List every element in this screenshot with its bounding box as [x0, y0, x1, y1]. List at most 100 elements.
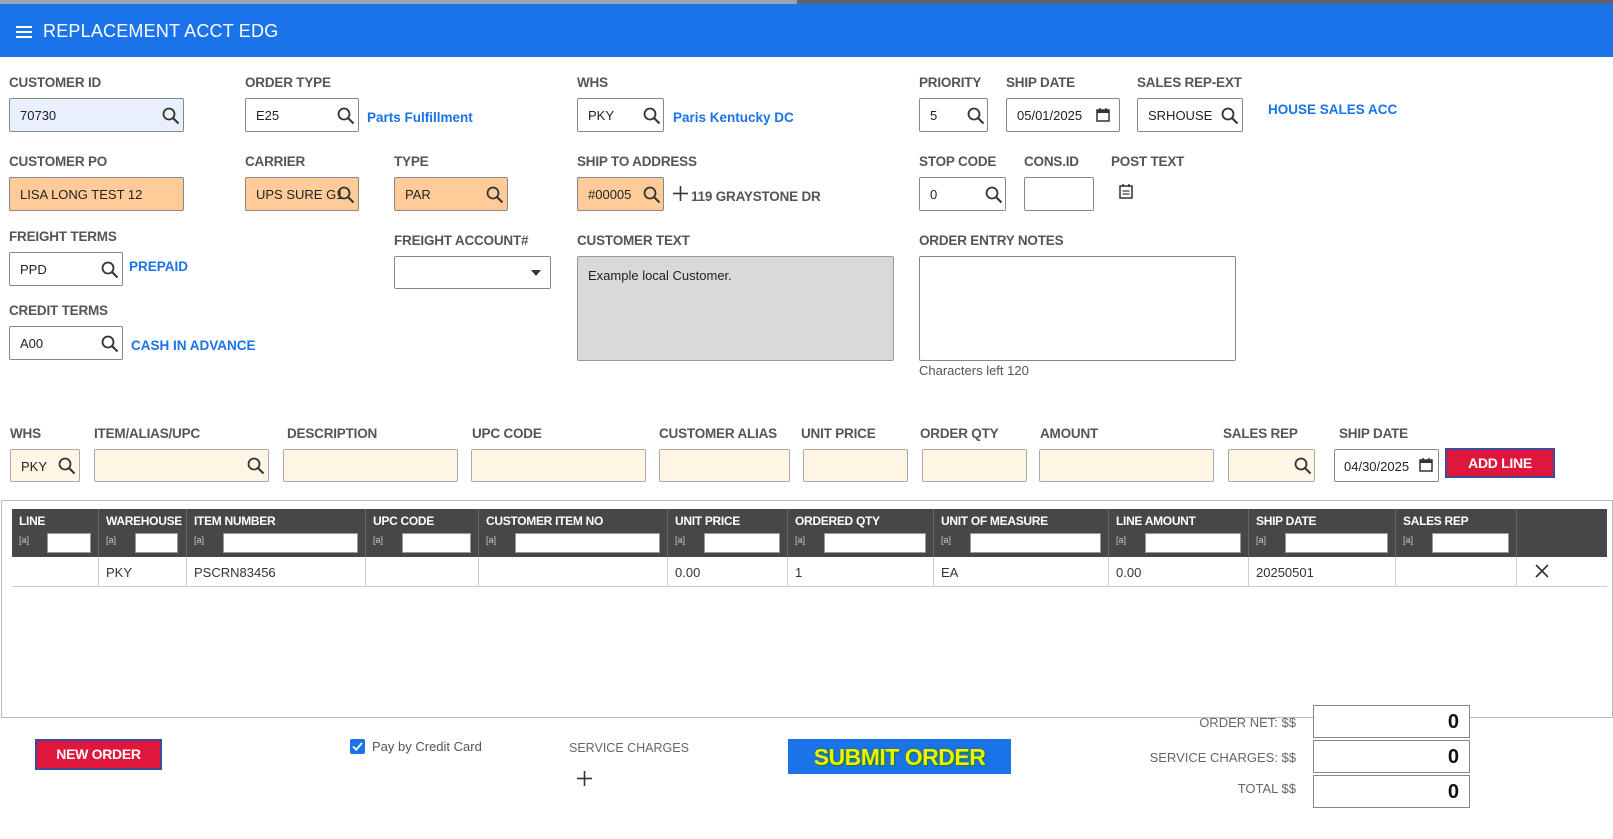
- notes-icon[interactable]: [1119, 184, 1133, 199]
- column-filter-input[interactable]: [704, 533, 780, 553]
- filter-icon[interactable]: [a]: [486, 535, 496, 545]
- col-sales-rep[interactable]: SALES REP [a]: [1396, 509, 1517, 557]
- line-amount-field[interactable]: [1039, 449, 1214, 482]
- column-filter-input[interactable]: [1285, 533, 1388, 553]
- column-filter-input[interactable]: [223, 533, 358, 553]
- col-line-amount[interactable]: LINE AMOUNT [a]: [1109, 509, 1249, 557]
- filter-icon[interactable]: [a]: [373, 535, 383, 545]
- filter-icon[interactable]: [a]: [19, 535, 29, 545]
- column-filter-input[interactable]: [970, 533, 1101, 553]
- ship-to-address-text: 119 GRAYSTONE DR: [691, 189, 821, 204]
- sales-rep-ext-label: SALES REP-EXT: [1137, 75, 1242, 90]
- search-icon[interactable]: [486, 186, 504, 204]
- column-filter-input[interactable]: [515, 533, 660, 553]
- priority-field[interactable]: 5: [919, 98, 988, 132]
- add-line-button[interactable]: ADD LINE: [1445, 448, 1555, 478]
- search-icon[interactable]: [643, 186, 661, 204]
- customer-id-value: 70730: [20, 108, 57, 123]
- add-address-icon[interactable]: [673, 186, 688, 201]
- search-icon[interactable]: [337, 107, 355, 125]
- search-icon[interactable]: [162, 107, 180, 125]
- line-whs-field[interactable]: PKY: [10, 449, 80, 482]
- ship-to-field[interactable]: #00005: [577, 177, 664, 211]
- ship-date-field[interactable]: 05/01/2025: [1006, 98, 1120, 132]
- col-header-label: ITEM NUMBER: [194, 514, 276, 528]
- sales-rep-ext-field[interactable]: SRHOUSE: [1137, 98, 1243, 132]
- line-order-qty-field[interactable]: [922, 449, 1027, 482]
- column-filter-input[interactable]: [824, 533, 926, 553]
- filter-icon[interactable]: [a]: [1403, 535, 1413, 545]
- column-filter-input[interactable]: [1432, 533, 1509, 553]
- freight-terms-value: PPD: [20, 262, 47, 277]
- line-item-field[interactable]: [94, 449, 269, 482]
- col-customer-item-no[interactable]: CUSTOMER ITEM NO [a]: [479, 509, 668, 557]
- delete-row-icon[interactable]: [1535, 564, 1549, 578]
- app-bar: REPLACEMENT ACCT EDG: [0, 4, 1613, 57]
- search-icon[interactable]: [337, 186, 355, 204]
- col-ordered-qty[interactable]: ORDERED QTY [a]: [788, 509, 934, 557]
- credit-terms-field[interactable]: A00: [9, 326, 123, 360]
- filter-icon[interactable]: [a]: [795, 535, 805, 545]
- line-ship-date-field[interactable]: 04/30/2025: [1334, 449, 1439, 482]
- search-icon[interactable]: [1294, 457, 1312, 475]
- cons-id-field[interactable]: [1024, 177, 1094, 211]
- column-filter-input[interactable]: [135, 533, 178, 553]
- col-unit-of-measure[interactable]: UNIT OF MEASURE [a]: [934, 509, 1109, 557]
- col-ship-date[interactable]: SHIP DATE [a]: [1249, 509, 1396, 557]
- whs-field[interactable]: PKY: [577, 98, 664, 132]
- type-field[interactable]: PAR: [394, 177, 508, 211]
- calendar-icon[interactable]: [1096, 108, 1110, 122]
- type-label: TYPE: [394, 154, 429, 169]
- cell-warehouse: PKY: [99, 557, 187, 587]
- add-service-charge-icon[interactable]: [577, 771, 592, 786]
- freight-terms-field[interactable]: PPD: [9, 252, 123, 286]
- filter-icon[interactable]: [a]: [1116, 535, 1126, 545]
- table-row[interactable]: PKY PSCRN83456 0.00 1 EA 0.00 20250501: [12, 557, 1607, 587]
- order-type-field[interactable]: E25: [245, 98, 359, 132]
- col-unit-price[interactable]: UNIT PRICE [a]: [668, 509, 788, 557]
- customer-id-field[interactable]: 70730: [9, 98, 184, 132]
- column-filter-input[interactable]: [402, 533, 471, 553]
- menu-icon[interactable]: [16, 26, 32, 38]
- col-line[interactable]: LINE [a]: [12, 509, 99, 557]
- filter-icon[interactable]: [a]: [941, 535, 951, 545]
- search-icon[interactable]: [967, 107, 985, 125]
- line-upc-field[interactable]: [471, 449, 646, 482]
- pay-by-card-checkbox[interactable]: [350, 739, 365, 754]
- cell-item-number: PSCRN83456: [187, 557, 366, 587]
- line-description-field[interactable]: [283, 449, 458, 482]
- submit-order-button[interactable]: SUBMIT ORDER: [788, 739, 1011, 774]
- search-icon[interactable]: [101, 261, 119, 279]
- line-customer-alias-field[interactable]: [659, 449, 790, 482]
- order-type-description: Parts Fulfillment: [367, 110, 473, 125]
- search-icon[interactable]: [1221, 107, 1239, 125]
- priority-value: 5: [930, 108, 938, 123]
- filter-icon[interactable]: [a]: [194, 535, 204, 545]
- customer-text-value: Example local Customer.: [588, 268, 732, 283]
- total-label: TOTAL $$: [1237, 781, 1296, 796]
- filter-icon[interactable]: [a]: [1256, 535, 1266, 545]
- column-filter-input[interactable]: [1145, 533, 1241, 553]
- column-filter-input[interactable]: [47, 533, 91, 553]
- search-icon[interactable]: [643, 107, 661, 125]
- search-icon[interactable]: [247, 457, 265, 475]
- col-header-label: SHIP DATE: [1256, 514, 1317, 528]
- grid-header: LINE [a] WAREHOUSE [a] ITEM NUMBER [a] U…: [12, 509, 1607, 557]
- search-icon[interactable]: [101, 335, 119, 353]
- col-upc-code[interactable]: UPC CODE [a]: [366, 509, 479, 557]
- stop-code-field[interactable]: 0: [919, 177, 1006, 211]
- search-icon[interactable]: [985, 186, 1003, 204]
- col-warehouse[interactable]: WAREHOUSE [a]: [99, 509, 187, 557]
- col-item-number[interactable]: ITEM NUMBER [a]: [187, 509, 366, 557]
- new-order-button[interactable]: NEW ORDER: [35, 739, 162, 770]
- calendar-icon[interactable]: [1419, 458, 1433, 472]
- filter-icon[interactable]: [a]: [675, 535, 685, 545]
- carrier-field[interactable]: UPS SURE G1: [245, 177, 359, 211]
- filter-icon[interactable]: [a]: [106, 535, 116, 545]
- customer-po-field[interactable]: LISA LONG TEST 12: [9, 177, 184, 211]
- order-entry-notes-textarea[interactable]: [919, 256, 1236, 361]
- search-icon[interactable]: [58, 457, 76, 475]
- line-sales-rep-field[interactable]: [1228, 449, 1315, 482]
- freight-account-select[interactable]: [394, 256, 551, 289]
- line-unit-price-field[interactable]: [803, 449, 908, 482]
